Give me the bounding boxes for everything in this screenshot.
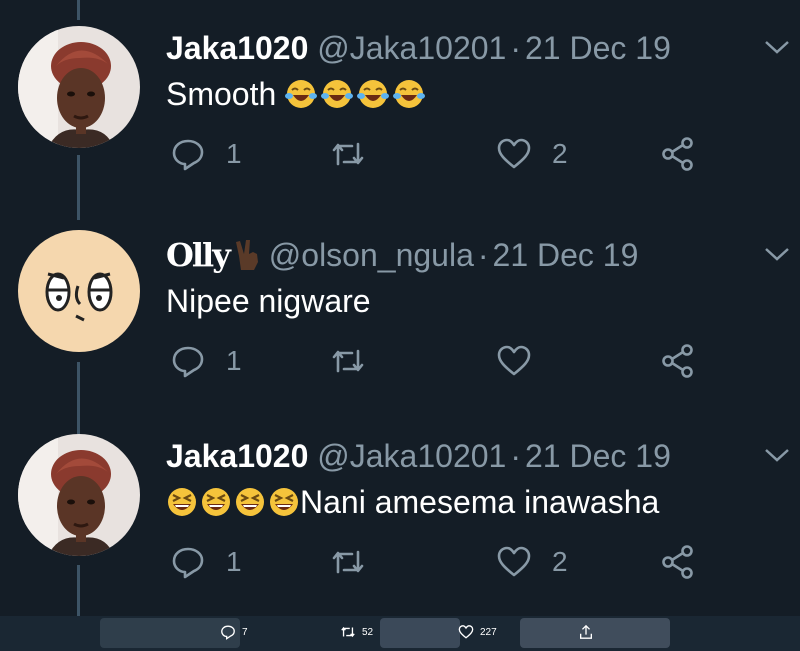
reply-button[interactable]: 1 [170, 341, 242, 381]
tweet-actions: 1 [166, 341, 726, 381]
grinning-squinting-face-icon [236, 488, 264, 516]
like-icon [497, 345, 531, 376]
tweet-header: Olly @olson_ngula · 21 Dec 19 [166, 235, 638, 275]
face-with-tears-of-joy-icon [393, 80, 426, 108]
retweet-button[interactable]: 52 [340, 624, 373, 640]
chevron-down-icon[interactable] [762, 36, 792, 58]
face-with-tears-of-joy-icon [357, 80, 390, 108]
reply-icon [172, 139, 204, 171]
reply-count: 1 [226, 546, 242, 577]
avatar[interactable] [18, 230, 140, 352]
reply-icon [221, 625, 235, 640]
grinning-squinting-face-icon [168, 488, 196, 516]
reply-count: 7 [242, 626, 248, 638]
upload-button[interactable] [578, 624, 600, 640]
emoji-group [285, 76, 429, 112]
like-count: 2 [552, 138, 568, 169]
share-button[interactable] [660, 341, 696, 381]
like-button[interactable]: 2 [496, 542, 568, 582]
avatar[interactable] [18, 434, 140, 556]
like-button[interactable] [496, 341, 552, 381]
reply-count: 1 [226, 138, 242, 169]
separator: · [510, 30, 521, 66]
retweet-icon [341, 626, 355, 638]
separator: · [510, 438, 521, 474]
separator: · [477, 237, 489, 273]
like-button[interactable]: 2 [496, 134, 568, 174]
reply-icon [172, 346, 204, 378]
reply-icon [172, 547, 204, 579]
share-icon [662, 545, 693, 579]
face-with-tears-of-joy-icon [321, 80, 354, 108]
tweet[interactable]: Jaka1020 @Jaka10201 · 21 Dec 19 Smooth 1 2 [0, 26, 800, 235]
reply-button[interactable]: 7 [220, 624, 248, 640]
tweet-text: Nipee nigware [166, 281, 371, 321]
reply-button[interactable]: 1 [170, 542, 242, 582]
blurred-content [100, 618, 240, 648]
like-icon [497, 138, 531, 169]
share-icon [662, 137, 693, 171]
victory-hand-icon [235, 240, 258, 270]
tweet-header: Jaka1020 @Jaka10201 · 21 Dec 19 [166, 436, 671, 476]
reply-count: 1 [226, 345, 242, 376]
like-count: 2 [552, 546, 568, 577]
like-button[interactable]: 227 [458, 624, 497, 640]
thread-line [77, 0, 80, 20]
share-icon [662, 344, 693, 378]
tweet-date[interactable]: 21 Dec 19 [525, 438, 671, 474]
share-button[interactable] [660, 542, 696, 582]
retweet-button[interactable] [330, 341, 386, 381]
tweet-body: Smooth [166, 76, 286, 112]
retweet-icon [332, 142, 364, 166]
user-handle[interactable]: @Jaka10201 [317, 30, 506, 66]
avatar-woman-photo [18, 26, 140, 148]
retweet-count: 52 [362, 626, 374, 638]
upload-icon [580, 624, 592, 639]
tweet-date[interactable]: 21 Dec 19 [493, 237, 639, 273]
tweet-actions: 1 2 [166, 542, 726, 582]
blurred-content [380, 618, 460, 648]
user-handle[interactable]: @Jaka10201 [317, 438, 506, 474]
like-icon [497, 546, 531, 577]
share-button[interactable] [660, 134, 696, 174]
tweet[interactable]: Olly @olson_ngula · 21 Dec 19 Nipee nigware… [0, 230, 800, 442]
grinning-squinting-face-icon [270, 488, 298, 516]
tweet-text: Nani amesema inawasha [166, 482, 659, 522]
tweet-date[interactable]: 21 Dec 19 [525, 30, 671, 66]
chevron-down-icon[interactable] [762, 444, 792, 466]
tweet-body: Nani amesema inawasha [300, 484, 660, 520]
tweet[interactable]: Jaka1020 @Jaka10201 · 21 Dec 19 Nani amese… [0, 434, 800, 643]
retweet-icon [332, 349, 364, 373]
like-count: 227 [480, 626, 497, 638]
display-name[interactable]: Olly [166, 236, 231, 274]
tweet-header: Jaka1020 @Jaka10201 · 21 Dec 19 [166, 28, 671, 68]
like-icon [458, 625, 474, 639]
avatar-cartoon-face [18, 230, 140, 352]
avatar-woman-photo [18, 434, 140, 556]
grinning-squinting-face-icon [202, 488, 230, 516]
retweet-button[interactable] [330, 134, 386, 174]
tweet-text: Smooth [166, 74, 429, 114]
display-name[interactable]: Jaka1020 [166, 438, 308, 474]
chevron-down-icon[interactable] [762, 243, 792, 265]
user-handle[interactable]: @olson_ngula [269, 237, 474, 273]
display-name[interactable]: Jaka1020 [166, 30, 308, 66]
emoji-group [166, 484, 300, 520]
tweet-actions: 1 2 [166, 134, 726, 174]
reply-button[interactable]: 1 [170, 134, 242, 174]
retweet-button[interactable] [330, 542, 386, 582]
retweet-icon [332, 550, 364, 574]
face-with-tears-of-joy-icon [285, 80, 318, 108]
tweet-body: Nipee nigware [166, 283, 371, 319]
avatar[interactable] [18, 26, 140, 148]
bottom-action-bar: 7 52 227 [0, 616, 800, 651]
